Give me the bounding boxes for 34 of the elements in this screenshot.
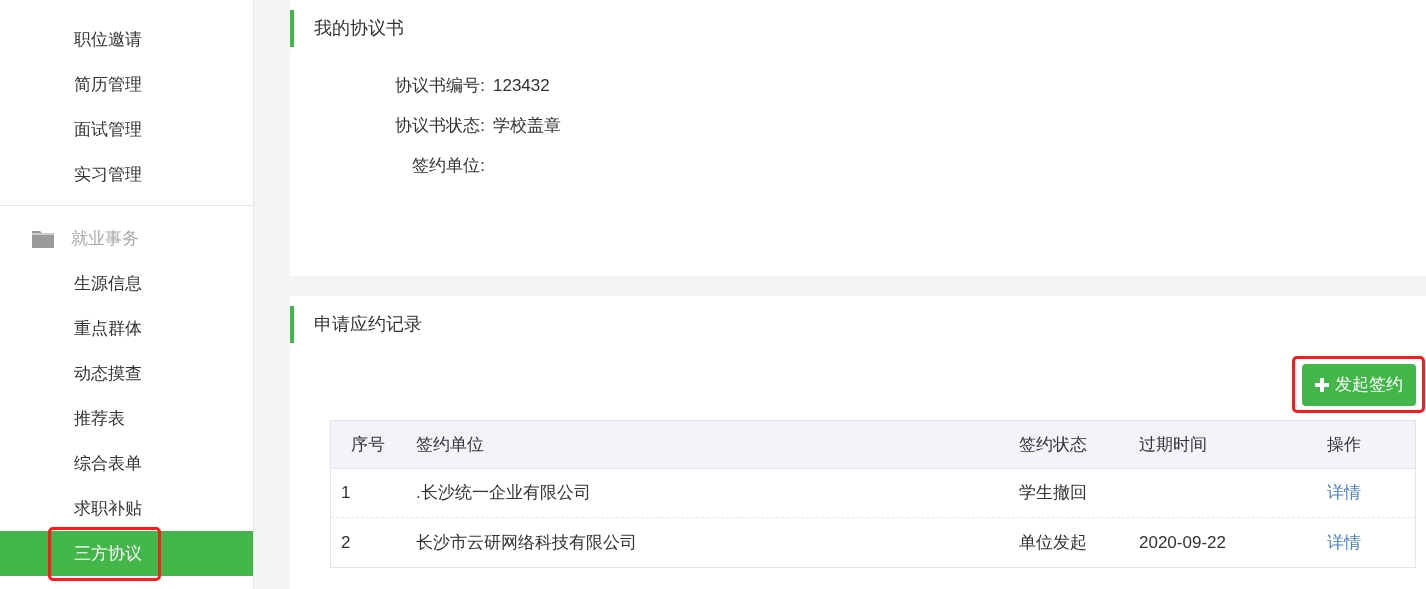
sidebar-item[interactable]: 求职补贴 bbox=[0, 486, 253, 531]
section-heading: 申请应约记录 bbox=[314, 313, 422, 336]
sidebar-item[interactable]: 简历管理 bbox=[0, 62, 253, 107]
field-value: 学校盖章 bbox=[493, 115, 561, 138]
sidebar-item[interactable]: 职位邀请 bbox=[0, 17, 253, 62]
section-title: 就业事务 bbox=[71, 227, 139, 250]
table-cell: 2 bbox=[341, 532, 351, 552]
table-cell: 单位发起 bbox=[1019, 532, 1087, 552]
folder-icon bbox=[32, 229, 54, 248]
sidebar-item[interactable]: 生源信息 bbox=[0, 261, 253, 306]
table-cell: 学生撤回 bbox=[1019, 483, 1087, 503]
table-cell: .长沙统一企业有限公司 bbox=[416, 483, 591, 503]
column-header: 过期时间 bbox=[1139, 434, 1207, 454]
table-cell: 2020-09-22 bbox=[1139, 532, 1226, 552]
field-value: 123432 bbox=[493, 75, 550, 98]
details-link[interactable]: 详情 bbox=[1327, 483, 1361, 503]
sidebar-item[interactable]: 综合表单 bbox=[0, 441, 253, 486]
sidebar-item[interactable]: 面试管理 bbox=[0, 107, 253, 152]
column-header: 签约状态 bbox=[1019, 434, 1087, 454]
field-label: 协议书状态: bbox=[395, 115, 485, 138]
table-cell: 1 bbox=[341, 483, 351, 503]
plus-icon bbox=[1315, 378, 1329, 392]
column-header: 操作 bbox=[1327, 434, 1361, 454]
section-heading: 我的协议书 bbox=[314, 17, 404, 40]
details-link[interactable]: 详情 bbox=[1327, 532, 1361, 552]
sidebar-item[interactable]: 重点群体 bbox=[0, 306, 253, 351]
sidebar-item[interactable]: 动态摸查 bbox=[0, 351, 253, 396]
table-cell: 长沙市云研网络科技有限公司 bbox=[416, 532, 637, 552]
sidebar-item[interactable]: 推荐表 bbox=[0, 396, 253, 441]
sidebar-item[interactable]: 实习管理 bbox=[0, 152, 253, 197]
field-label: 签约单位: bbox=[412, 155, 485, 178]
field-label: 协议书编号: bbox=[395, 75, 485, 98]
column-header: 序号 bbox=[351, 434, 385, 454]
column-header: 签约单位 bbox=[416, 434, 484, 454]
